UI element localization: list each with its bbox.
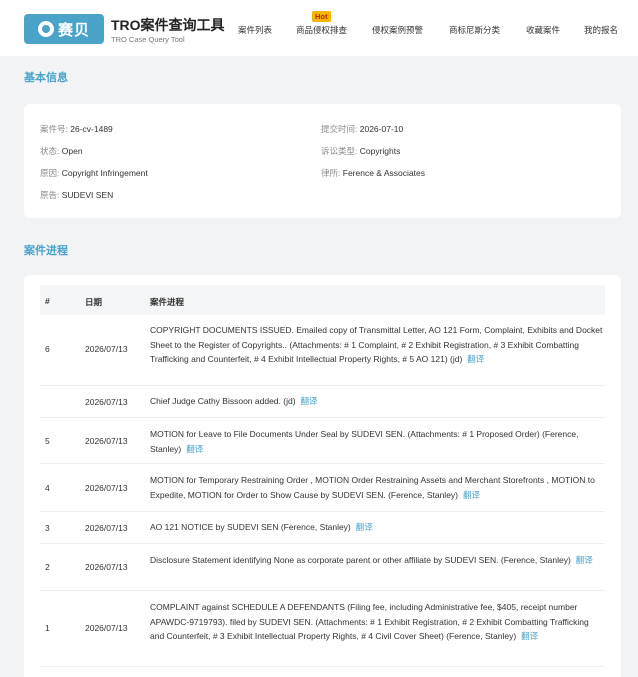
info-value: Copyrights <box>359 146 401 156</box>
row-text: AO 121 NOTICE by SUDEVI SEN (Ference, St… <box>150 522 351 532</box>
row-text: COPYRIGHT DOCUMENTS ISSUED. Emailed copy… <box>150 325 603 364</box>
info-value: 2026-07-10 <box>359 124 404 134</box>
info-value: SUDEVI SEN <box>61 190 114 200</box>
logo[interactable]: 赛贝 <box>24 14 104 44</box>
basic-info-title: 基本信息 <box>24 72 68 84</box>
row-number: 1 <box>45 623 50 633</box>
info-label: 案件号: <box>40 124 68 134</box>
translate-link[interactable]: 翻译 <box>521 631 538 641</box>
top-header: 赛贝 TRO案件查询工具 TRO Case Query Tool Hot 案件列… <box>0 0 638 56</box>
row-date: 2026/07/13 <box>85 623 128 633</box>
progress-table-header: # 日期 案件进程 <box>40 285 605 315</box>
info-label: 诉讼类型: <box>321 146 358 156</box>
column-header-number: # <box>45 296 50 306</box>
row-description: Disclosure Statement identifying None as… <box>150 553 603 568</box>
logo-text: 赛贝 <box>57 21 90 39</box>
nav-case-list[interactable]: 案件列表 <box>238 24 272 36</box>
row-date: 2026/07/13 <box>85 344 128 354</box>
info-label: 原告: <box>40 190 60 200</box>
logo-icon <box>37 21 54 37</box>
row-text: Disclosure Statement identifying None as… <box>150 555 571 565</box>
table-row: 2 2026/07/13 Disclosure Statement identi… <box>40 544 605 591</box>
column-header-date: 日期 <box>85 297 103 307</box>
row-number: 6 <box>45 344 50 354</box>
nav-infringement-alerts[interactable]: 侵权案例预警 <box>372 24 423 36</box>
app-subtitle: TRO Case Query Tool <box>111 35 185 44</box>
translate-link[interactable]: 翻译 <box>186 444 203 454</box>
info-value: Ference & Associates <box>342 168 425 178</box>
row-number: 3 <box>45 523 50 533</box>
table-row: 5 2026/07/13 MOTION for Leave to File Do… <box>40 418 605 464</box>
row-date: 2026/07/13 <box>85 397 128 407</box>
row-description: AO 121 NOTICE by SUDEVI SEN (Ference, St… <box>150 520 603 535</box>
basic-info-card: 案件号: 26-cv-1489 提交时间: 2026-07-10 状态: Ope… <box>24 104 621 218</box>
row-description: MOTION for Temporary Restraining Order ,… <box>150 473 603 502</box>
row-description: MOTION for Leave to File Documents Under… <box>150 427 603 456</box>
info-label: 律所: <box>321 168 341 178</box>
table-row: 6 2026/07/13 COPYRIGHT DOCUMENTS ISSUED.… <box>40 315 605 386</box>
info-plaintiff: 原告: SUDEVI SEN <box>40 189 113 201</box>
app-title: TRO案件查询工具 <box>111 17 225 33</box>
info-case-number: 案件号: 26-cv-1489 <box>40 123 113 135</box>
nav-favorite-cases[interactable]: 收藏案件 <box>526 24 560 36</box>
info-law-firm: 律所: Ference & Associates <box>321 167 425 179</box>
table-row: 3 2026/07/13 AO 121 NOTICE by SUDEVI SEN… <box>40 512 605 544</box>
progress-title: 案件进程 <box>24 245 68 257</box>
row-date: 2026/07/13 <box>85 436 128 446</box>
info-label: 原因: <box>40 168 60 178</box>
info-filing-date: 提交时间: 2026-07-10 <box>321 123 403 135</box>
row-text: MOTION for Temporary Restraining Order ,… <box>150 475 595 500</box>
info-value: Open <box>61 146 83 156</box>
translate-link[interactable]: 翻译 <box>463 490 480 500</box>
row-date: 2026/07/13 <box>85 562 128 572</box>
info-value: 26-cv-1489 <box>70 124 113 134</box>
nav-product-infringement-check[interactable]: 商品侵权排查 <box>296 24 347 36</box>
hot-badge: Hot <box>312 11 331 22</box>
info-litigation-type: 诉讼类型: Copyrights <box>321 145 400 157</box>
info-value: Copyright Infringement <box>61 168 148 178</box>
translate-link[interactable]: 翻译 <box>467 354 484 364</box>
table-row: 1 2026/07/13 COMPLAINT against SCHEDULE … <box>40 591 605 667</box>
row-text: Chief Judge Cathy Bissoon added. (jd) <box>150 396 296 406</box>
info-label: 提交时间: <box>321 124 358 134</box>
progress-card: # 日期 案件进程 6 2026/07/13 COPYRIGHT DOCUMEN… <box>24 275 621 677</box>
translate-link[interactable]: 翻译 <box>576 555 593 565</box>
table-row: 2026/07/13 Chief Judge Cathy Bissoon add… <box>40 386 605 418</box>
page: 赛贝 TRO案件查询工具 TRO Case Query Tool Hot 案件列… <box>0 0 638 677</box>
nav-my-registrations[interactable]: 我的报名 <box>584 24 618 36</box>
row-number: 2 <box>45 562 50 572</box>
row-date: 2026/07/13 <box>85 483 128 493</box>
info-status: 状态: Open <box>40 145 83 157</box>
info-label: 状态: <box>40 146 60 156</box>
row-description: Chief Judge Cathy Bissoon added. (jd) 翻译 <box>150 394 603 409</box>
row-text: MOTION for Leave to File Documents Under… <box>150 429 579 454</box>
row-number: 4 <box>45 483 50 493</box>
row-description: COMPLAINT against SCHEDULE A DEFENDANTS … <box>150 600 603 644</box>
column-header-progress: 案件进程 <box>150 297 185 307</box>
row-date: 2026/07/13 <box>85 523 128 533</box>
nav-nice-classification[interactable]: 商标尼斯分类 <box>449 24 500 36</box>
info-cause: 原因: Copyright Infringement <box>40 167 148 179</box>
row-number: 5 <box>45 436 50 446</box>
table-row: 4 2026/07/13 MOTION for Temporary Restra… <box>40 464 605 512</box>
row-description: COPYRIGHT DOCUMENTS ISSUED. Emailed copy… <box>150 323 603 367</box>
translate-link[interactable]: 翻译 <box>356 522 373 532</box>
translate-link[interactable]: 翻译 <box>301 396 318 406</box>
